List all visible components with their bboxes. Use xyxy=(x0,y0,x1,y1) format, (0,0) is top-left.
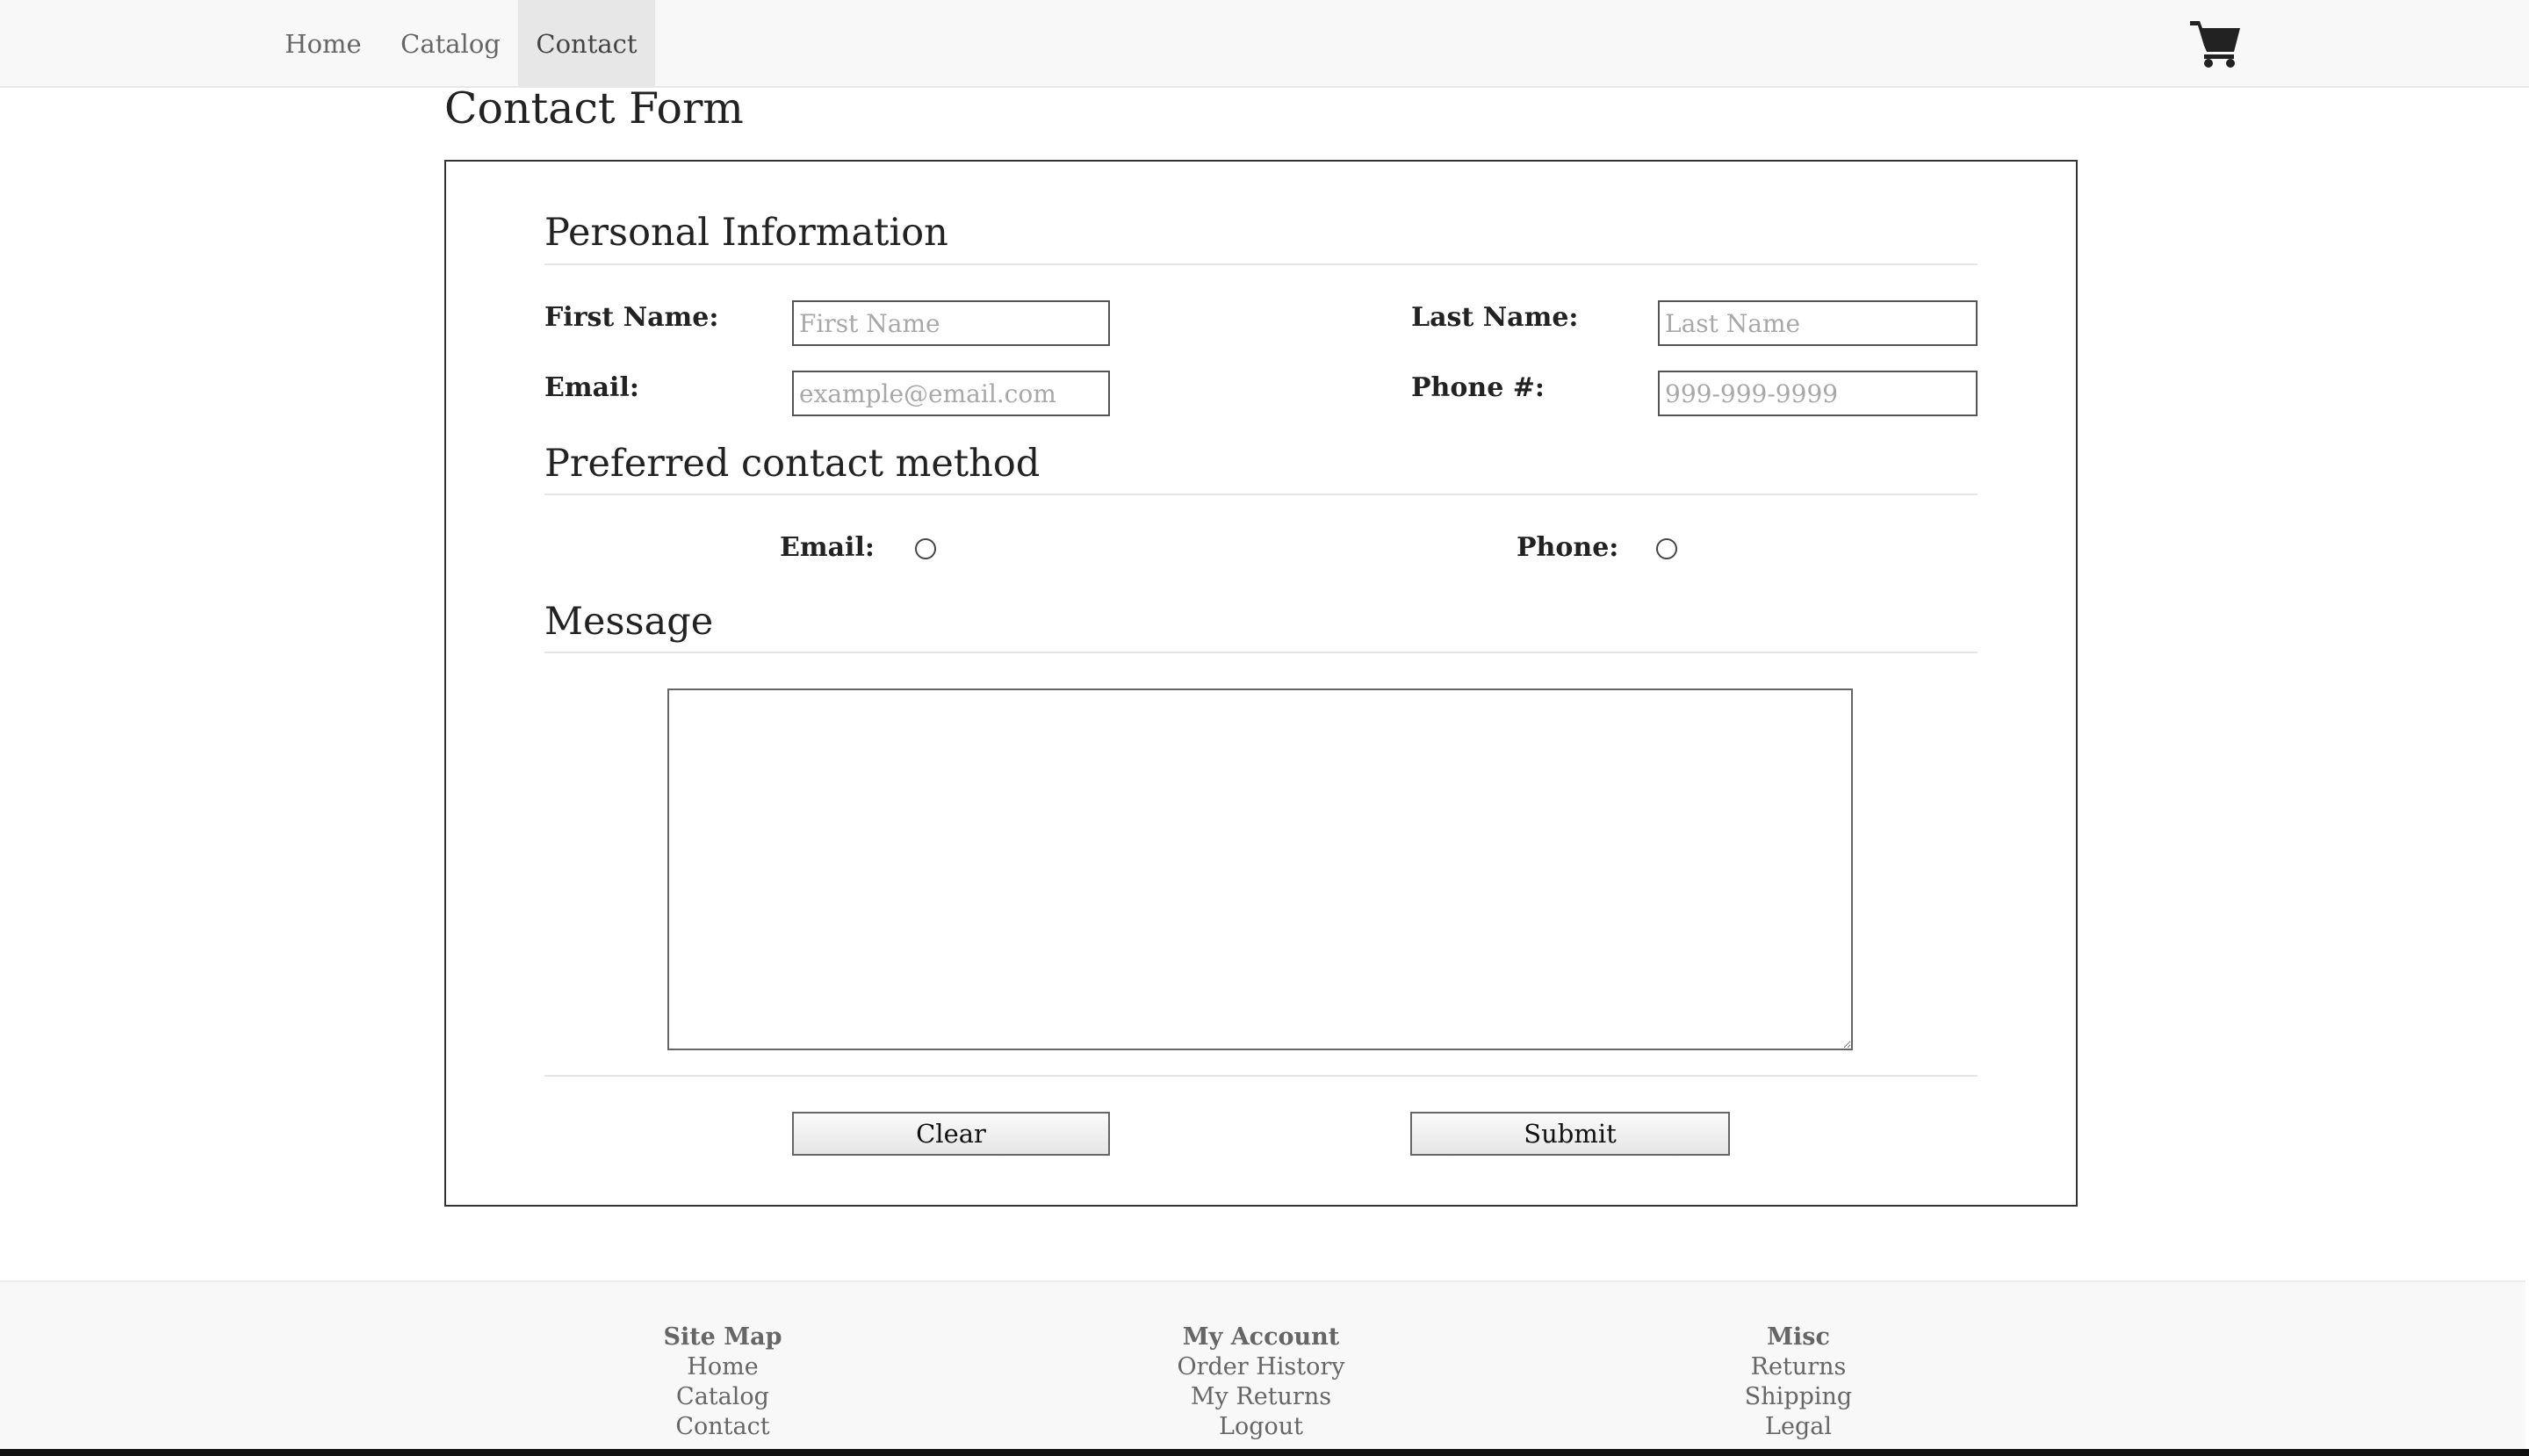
footer-link-legal[interactable]: Legal xyxy=(1623,1412,1974,1442)
footer-link-home[interactable]: Home xyxy=(547,1352,898,1382)
footer-link-order-history[interactable]: Order History xyxy=(1085,1352,1437,1382)
footer-link-returns[interactable]: Returns xyxy=(1623,1352,1974,1382)
shopping-cart-icon[interactable] xyxy=(2190,19,2241,68)
last-name-input[interactable] xyxy=(1658,300,1978,346)
nav-item-contact[interactable]: Contact xyxy=(518,0,655,88)
footer-link-shipping[interactable]: Shipping xyxy=(1623,1382,1974,1412)
phone-input[interactable] xyxy=(1658,371,1978,416)
section-title-contact-method: Preferred contact method xyxy=(544,442,1041,486)
footer-column-site-map: Site Map Home Catalog Contact xyxy=(547,1323,898,1442)
nav-item-catalog[interactable]: Catalog xyxy=(383,0,518,88)
top-navbar: Home Catalog Contact xyxy=(0,0,2529,88)
footer-link-catalog[interactable]: Catalog xyxy=(547,1382,898,1412)
footer-column-my-account: My Account Order History My Returns Logo… xyxy=(1085,1323,1437,1442)
section-divider xyxy=(544,652,1978,653)
footer-bottom-bar xyxy=(0,1449,2529,1456)
section-divider xyxy=(544,263,1978,265)
buttons-divider xyxy=(544,1075,1978,1077)
clear-button[interactable]: Clear xyxy=(792,1112,1110,1156)
nav-item-home[interactable]: Home xyxy=(263,0,383,88)
footer-link-my-returns[interactable]: My Returns xyxy=(1085,1382,1437,1412)
contact-method-phone-label: Phone: xyxy=(1517,532,1619,563)
first-name-label: First Name: xyxy=(544,302,719,333)
contact-method-email-radio[interactable] xyxy=(915,538,936,559)
footer-link-logout[interactable]: Logout xyxy=(1085,1412,1437,1442)
section-divider xyxy=(544,494,1978,495)
first-name-input[interactable] xyxy=(792,300,1110,346)
footer-link-contact[interactable]: Contact xyxy=(547,1412,898,1442)
phone-label: Phone #: xyxy=(1411,372,1545,403)
footer-heading-my-account: My Account xyxy=(1182,1323,1340,1351)
section-title-message: Message xyxy=(544,600,714,644)
contact-method-phone-radio[interactable] xyxy=(1656,538,1677,559)
footer-heading-site-map: Site Map xyxy=(663,1323,782,1351)
email-input[interactable] xyxy=(792,371,1110,416)
submit-button[interactable]: Submit xyxy=(1410,1112,1730,1156)
last-name-label: Last Name: xyxy=(1411,302,1579,333)
footer-heading-misc: Misc xyxy=(1767,1323,1830,1351)
page-title: Contact Form xyxy=(444,83,744,133)
email-label: Email: xyxy=(544,372,639,403)
contact-method-email-label: Email: xyxy=(780,532,875,563)
message-textarea[interactable] xyxy=(667,688,1853,1050)
footer-column-misc: Misc Returns Shipping Legal xyxy=(1623,1323,1974,1442)
section-title-personal-information: Personal Information xyxy=(544,211,948,255)
